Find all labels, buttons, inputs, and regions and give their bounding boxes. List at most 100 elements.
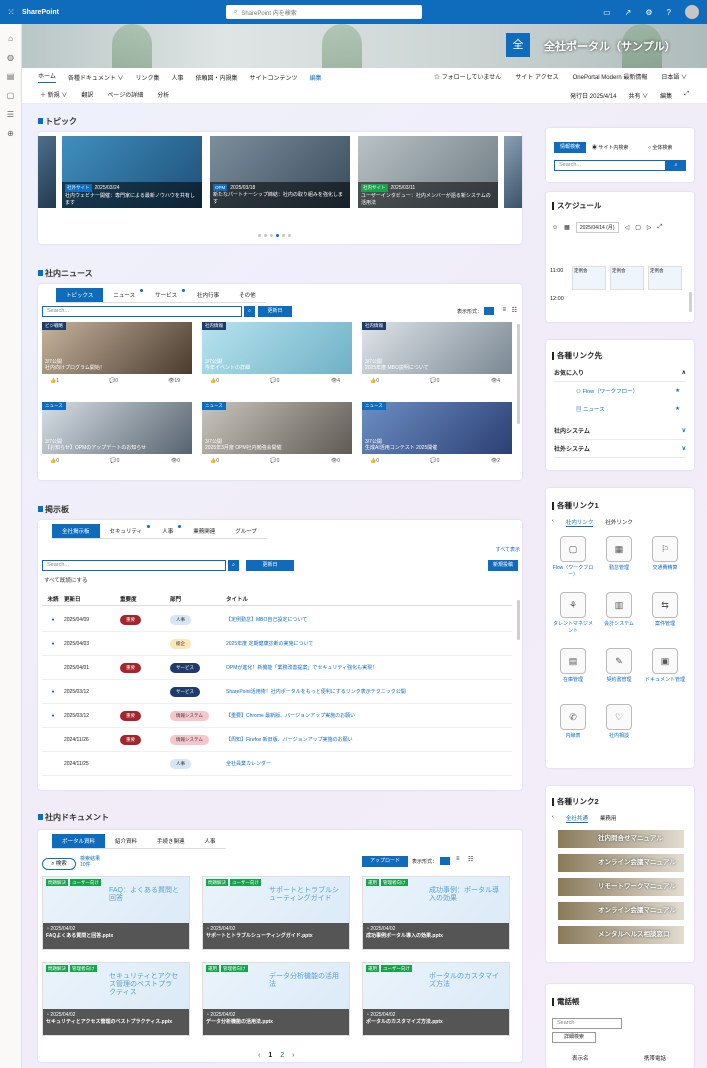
row-title-link[interactable]: 2025年度 定期健康診断の実施について	[226, 640, 512, 647]
board-search-button[interactable]: ⌕	[228, 560, 239, 571]
tab-group[interactable]: グループ	[225, 524, 267, 539]
compact-view-icon[interactable]: ☷	[468, 856, 473, 863]
expand-icon[interactable]: ⤢	[684, 91, 689, 100]
news-scrollbar[interactable]	[517, 324, 520, 424]
board-row[interactable]: ● 2025/04/09 重要 人事 【定例勤怠】MBO自己設定について	[42, 608, 512, 632]
topic-image-partial[interactable]	[38, 136, 56, 208]
news-sort-dropdown[interactable]: 更新日	[258, 306, 292, 317]
list-view-icon[interactable]: ≡	[502, 307, 506, 313]
site-logo[interactable]: 全	[506, 33, 530, 57]
analytics-button[interactable]: 分析	[157, 90, 169, 99]
row-title-link[interactable]: 【周知】Firefox 新旧版、バージョンアップ実施のお願い	[226, 736, 512, 743]
date-picker[interactable]: 2025/04/14 (月)	[575, 222, 619, 233]
tab-topics[interactable]: トピックス	[56, 288, 104, 303]
banner-link[interactable]: オンライン会議マニュアル	[558, 854, 684, 872]
news-item[interactable]: ニュース 3/7公開 【お知らせ】OPMのアップデートのお知らせ	[42, 402, 192, 454]
tab-company-board[interactable]: 全社掲示板	[52, 524, 100, 539]
calendar-icon[interactable]: ▦	[564, 224, 570, 231]
share-button[interactable]: 共有 ∨	[629, 91, 649, 100]
translate-button[interactable]: 翻訳	[81, 90, 93, 99]
sidebar-search-button[interactable]: ⌕	[666, 160, 686, 171]
tab-business[interactable]: 業務関連	[183, 524, 226, 539]
phonebook-search-input[interactable]: Search	[552, 1018, 622, 1029]
row-title-link[interactable]: 全社員業カレンダー	[226, 760, 512, 767]
tab-others[interactable]: その他	[229, 288, 266, 303]
add-icon[interactable]: ⊕	[0, 129, 21, 138]
help-icon[interactable]: ?	[667, 8, 671, 17]
prev-page-icon[interactable]: ‹	[258, 1052, 260, 1059]
row-title-link[interactable]: 【重要】Chrome 最新版、バージョンアップ実施のお願い	[226, 712, 512, 719]
next-icon[interactable]: ▷	[647, 224, 652, 231]
board-scrollbar[interactable]	[517, 600, 520, 640]
detail-search-button[interactable]: 詳細検索	[552, 1032, 596, 1043]
row-title-link[interactable]: SharePoint活用術！社内ポータルをもっと便利にするリンク表示テクニック公…	[226, 688, 512, 695]
brand-name[interactable]: SharePoint	[22, 9, 59, 16]
tab-procedure-docs[interactable]: 手続き関連	[147, 834, 195, 849]
sidebar-search-input[interactable]: Search...	[554, 160, 666, 171]
board-row[interactable]: ● 2025/03/12 サービス SharePoint活用術！社内ポータルをもっと便…	[42, 680, 512, 704]
page-2[interactable]: 2	[280, 1052, 284, 1059]
new-button[interactable]: ＋ 新規 ∨	[40, 90, 67, 99]
tab-internal-links[interactable]: ‹	[552, 518, 554, 527]
tab-security[interactable]: セキュリティ	[99, 524, 153, 539]
nav-item-home[interactable]: ホーム	[38, 71, 56, 83]
tab-intro-docs[interactable]: 紹介資料	[105, 834, 148, 849]
link-tile[interactable]: ⇆ 案件管理	[644, 592, 686, 640]
external-systems-toggle[interactable]: 社外システム ∨	[554, 440, 686, 458]
doc-card[interactable]: 問題解決 ユーザー向け FAQ：よくある質問と回答 ◔ 2025/04/02 FAQよく…	[42, 876, 190, 950]
nav-item-links[interactable]: リンク集	[136, 73, 160, 82]
home-icon[interactable]: ⌂	[0, 34, 21, 43]
list-view-icon[interactable]: ≡	[456, 856, 460, 862]
calendar-event[interactable]: 定例会	[648, 266, 682, 290]
favorite-news-link[interactable]: ▤ ニュース ★	[576, 402, 680, 416]
tab-internal-links[interactable]: 社内リンク	[565, 518, 594, 527]
globe-icon[interactable]: ◍	[0, 53, 21, 62]
banner-link[interactable]: 社内問合せマニュアル	[558, 830, 684, 848]
info-search-button[interactable]: 情報検索	[554, 142, 586, 153]
link-tile[interactable]: ⚐ 交通費精算	[644, 536, 686, 584]
news-item[interactable]: ニュース 3/7公開 2025年3月度 OPM社内勉強会開催	[202, 402, 352, 454]
banner-link[interactable]: リモートワークマニュアル	[558, 878, 684, 896]
people-icon[interactable]: ☺	[552, 225, 558, 231]
board-row[interactable]: ● 2025/03/12 重要 情報システム 【重要】Chrome 最新版、バージョンア…	[42, 704, 512, 728]
feed-icon[interactable]: ▤	[0, 72, 21, 81]
link-tile[interactable]: ▣ ドキュメント管理	[644, 648, 686, 696]
prev-icon[interactable]: ◁	[625, 224, 630, 231]
link-tile[interactable]: ✆ 内線表	[552, 704, 594, 752]
topic-card[interactable]: 社外サイト 2025/03/24 社内ウェビナー開催：専門家による最新ノウハウを共有…	[62, 136, 202, 208]
expand-icon[interactable]: ⤢	[657, 224, 662, 231]
news-search-input[interactable]: Search...	[42, 306, 242, 317]
board-row[interactable]: 2024/11/25 人事 全社員業カレンダー	[42, 752, 512, 776]
tab-service[interactable]: サービス	[145, 288, 188, 303]
nav-item-docs[interactable]: 各種ドキュメント ∨	[68, 73, 124, 82]
tab-events[interactable]: 社内行事	[187, 288, 230, 303]
list-icon[interactable]: ☰	[0, 110, 21, 119]
link-tile[interactable]: ▢ Flow（ワークフロー）	[552, 536, 594, 584]
doc-card[interactable]: 運用 管理者向け 成功事例：ポータル導入の効果 ◔ 2025/04/02 成功事例ポータ…	[362, 876, 510, 950]
global-search-input[interactable]: ⌕ SharePoint 内を検索	[226, 5, 422, 19]
grid-view-icon[interactable]	[484, 307, 494, 315]
language-selector[interactable]: 日本語 ∨	[661, 72, 687, 81]
app-launcher-icon[interactable]: ⁙	[0, 7, 22, 18]
link-tile[interactable]: ✎ 契約書管理	[598, 648, 640, 696]
topic-image-partial[interactable]	[504, 136, 522, 208]
upload-button[interactable]: アップロード	[362, 856, 408, 867]
link-tile[interactable]: ▥ 会計システム	[598, 592, 640, 640]
board-sort-dropdown[interactable]: 更新日	[246, 560, 294, 571]
nav-edit-link[interactable]: 編集	[310, 73, 322, 82]
tab-news[interactable]: ニュース	[103, 288, 146, 303]
follow-button[interactable]: ☆ フォローしていません	[434, 72, 501, 81]
radio-all-search[interactable]: ○ 全体検索	[648, 144, 672, 151]
oneportal-news-link[interactable]: OnePortal Modern 最新情報	[573, 72, 648, 81]
nav-item-rules[interactable]: 依頼図・内規集	[196, 73, 238, 82]
board-row[interactable]: 2025/04/01 重要 サービス OPMが進化！新機能「業務改善提案」でセキュリテ…	[42, 656, 512, 680]
nav-item-hr[interactable]: 人事	[172, 73, 184, 82]
carousel-dots[interactable]	[258, 234, 291, 237]
new-post-button[interactable]: 新規投稿	[488, 560, 518, 571]
edit-button[interactable]: 編集	[660, 91, 672, 100]
link-tile[interactable]: ♡ 社内相談	[598, 704, 640, 752]
link-tile[interactable]: ⚘ タレントマネジメント	[552, 592, 594, 640]
tab-common[interactable]: 全社共通	[565, 814, 588, 823]
grid-view-icon[interactable]	[440, 857, 450, 865]
banner-link[interactable]: メンタルヘルス相談窓口	[558, 926, 684, 944]
